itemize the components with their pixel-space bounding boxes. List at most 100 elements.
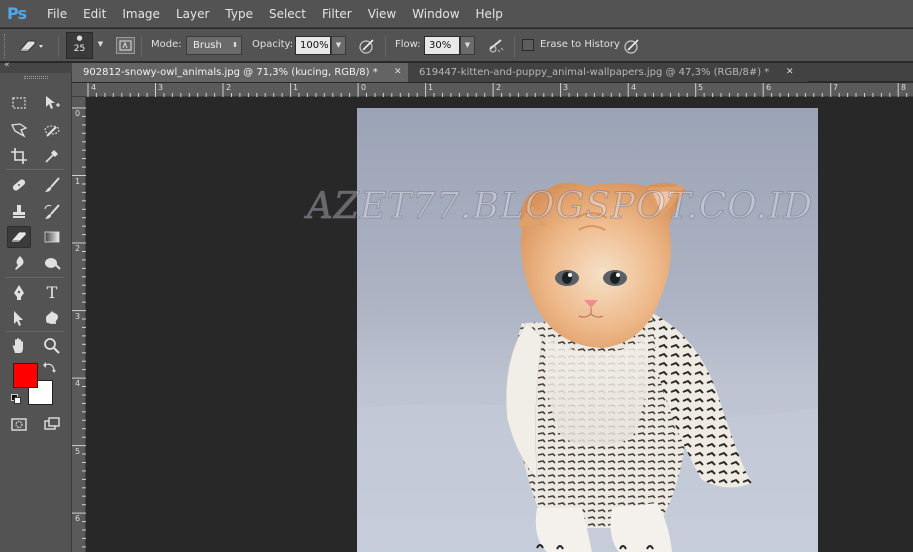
bandage-icon <box>12 179 26 191</box>
collapse-panel-icon[interactable]: « <box>4 60 10 70</box>
ruler-label: 0 <box>75 109 81 118</box>
menu-help[interactable]: Help <box>468 0 511 28</box>
ruler-label: 2 <box>226 83 232 92</box>
document-tab-owl[interactable]: 902812-snowy-owl_animals.jpg @ 71,3% (ku… <box>72 63 408 82</box>
brush-size-dropdown[interactable]: ▼ <box>94 36 107 55</box>
vertical-ruler[interactable]: 0 1 2 3 4 5 6 <box>72 97 86 552</box>
eyedropper-tool[interactable] <box>40 145 64 167</box>
pressure-size-icon <box>624 39 639 54</box>
menu-bar: Ps File Edit Image Layer Type Select Fil… <box>0 0 913 28</box>
path-selection-tool[interactable] <box>7 307 31 329</box>
brush-dot-icon: ● <box>76 34 83 42</box>
opacity-label: Opacity: <box>252 39 294 50</box>
quick-mask-button[interactable] <box>7 413 31 435</box>
menu-type[interactable]: Type <box>217 0 261 28</box>
ruler-label: 6 <box>75 514 81 523</box>
tools-grip[interactable] <box>24 76 48 79</box>
ruler-label: 7 <box>833 83 839 92</box>
dodge-tool[interactable] <box>40 252 64 274</box>
brush-icon <box>45 177 60 192</box>
menu-select[interactable]: Select <box>261 0 314 28</box>
brush-panel-icon <box>119 40 132 51</box>
gradient-icon <box>44 231 60 243</box>
eraser-tool[interactable] <box>7 226 31 248</box>
gradient-tool[interactable] <box>40 226 64 248</box>
crop-tool[interactable] <box>7 145 31 167</box>
pen-tool[interactable] <box>7 281 31 303</box>
watermark-text: AZET77.BLOGSPOT.CO.ID <box>306 186 814 228</box>
hand-tool[interactable] <box>7 335 31 357</box>
marquee-tool[interactable] <box>7 92 31 114</box>
menu-edit[interactable]: Edit <box>75 0 114 28</box>
menu-filter[interactable]: Filter <box>314 0 360 28</box>
mode-label: Mode: <box>151 39 182 50</box>
zoom-tool[interactable] <box>40 335 64 357</box>
flow-dropdown[interactable]: ▼ <box>460 36 475 55</box>
airbrush-button[interactable] <box>486 37 508 55</box>
ruler-label: 2 <box>75 244 81 253</box>
chevron-updown-icon: ⬍ <box>232 41 238 49</box>
ruler-label: 5 <box>698 83 704 92</box>
ruler-label: 1 <box>75 177 81 186</box>
rectangular-marquee-icon <box>12 97 26 109</box>
mode-select[interactable]: Brush ⬍ <box>186 36 242 55</box>
erase-to-history-checkbox[interactable] <box>522 39 534 51</box>
document-tab-kitten[interactable]: 619447-kitten-and-puppy_animal-wallpaper… <box>408 63 808 82</box>
default-colors-button[interactable] <box>11 394 22 405</box>
brush-panel-toggle[interactable] <box>116 37 135 54</box>
swap-colors-button[interactable] <box>42 360 58 374</box>
magnifier-icon <box>44 338 60 354</box>
move-icon <box>46 96 60 109</box>
lasso-tool[interactable] <box>7 119 31 141</box>
close-icon[interactable]: ✕ <box>786 63 794 82</box>
menu-file[interactable]: File <box>39 0 75 28</box>
opacity-input[interactable]: 100% <box>295 36 331 55</box>
pressure-size-button[interactable] <box>622 37 642 55</box>
airbrush-icon <box>489 39 504 53</box>
quick-selection-tool[interactable] <box>40 119 64 141</box>
move-tool[interactable] <box>40 92 64 114</box>
menu-window[interactable]: Window <box>404 0 467 28</box>
pen-icon <box>14 285 24 300</box>
menu-layer[interactable]: Layer <box>168 0 217 28</box>
foreground-color-swatch[interactable] <box>13 363 38 388</box>
document-canvas[interactable] <box>357 108 818 552</box>
options-bar: ● 25 ▼ Mode: Brush ⬍ Opacity: 100% ▼ Flo… <box>0 29 913 62</box>
screen-mode-button[interactable] <box>40 413 64 435</box>
pressure-opacity-icon <box>359 39 374 54</box>
clone-stamp-tool[interactable] <box>7 201 31 223</box>
custom-shape-icon <box>46 311 58 324</box>
horizontal-ruler[interactable]: 4 3 2 1 0 1 2 3 4 5 6 7 8 <box>72 83 913 97</box>
quick-selection-icon <box>44 125 60 137</box>
ruler-label: 3 <box>158 83 164 92</box>
ruler-label: 4 <box>91 83 97 92</box>
close-icon[interactable]: ✕ <box>394 63 402 82</box>
shape-tool[interactable] <box>40 307 64 329</box>
type-tool[interactable]: T <box>40 281 64 303</box>
document-tab-title: 902812-snowy-owl_animals.jpg @ 71,3% (ku… <box>83 67 378 78</box>
brush-tool[interactable] <box>40 174 64 196</box>
ruler-label: 5 <box>75 447 81 456</box>
ruler-ticks <box>72 107 86 548</box>
opacity-dropdown[interactable]: ▼ <box>331 36 346 55</box>
menu-view[interactable]: View <box>360 0 404 28</box>
healing-brush-tool[interactable] <box>7 174 31 196</box>
brush-size-picker[interactable]: ● 25 <box>66 32 93 59</box>
flow-label: Flow: <box>395 39 421 50</box>
tool-preset-picker[interactable] <box>18 29 44 62</box>
ruler-label: 6 <box>766 83 772 92</box>
photoshop-window: Ps File Edit Image Layer Type Select Fil… <box>0 0 913 552</box>
history-brush-tool[interactable] <box>40 201 64 223</box>
options-divider <box>385 35 386 57</box>
default-white-icon <box>14 397 21 404</box>
options-grip[interactable] <box>4 34 7 58</box>
eyedropper-icon <box>45 150 58 163</box>
flow-input[interactable]: 30% <box>424 36 460 55</box>
svg-text:T: T <box>47 283 58 301</box>
blur-tool[interactable] <box>7 252 31 274</box>
options-divider <box>58 35 59 57</box>
menu-image[interactable]: Image <box>114 0 168 28</box>
pressure-opacity-button[interactable] <box>357 37 377 55</box>
tools-panel: « T <box>0 60 72 552</box>
tools-panel-header: « <box>0 60 72 73</box>
